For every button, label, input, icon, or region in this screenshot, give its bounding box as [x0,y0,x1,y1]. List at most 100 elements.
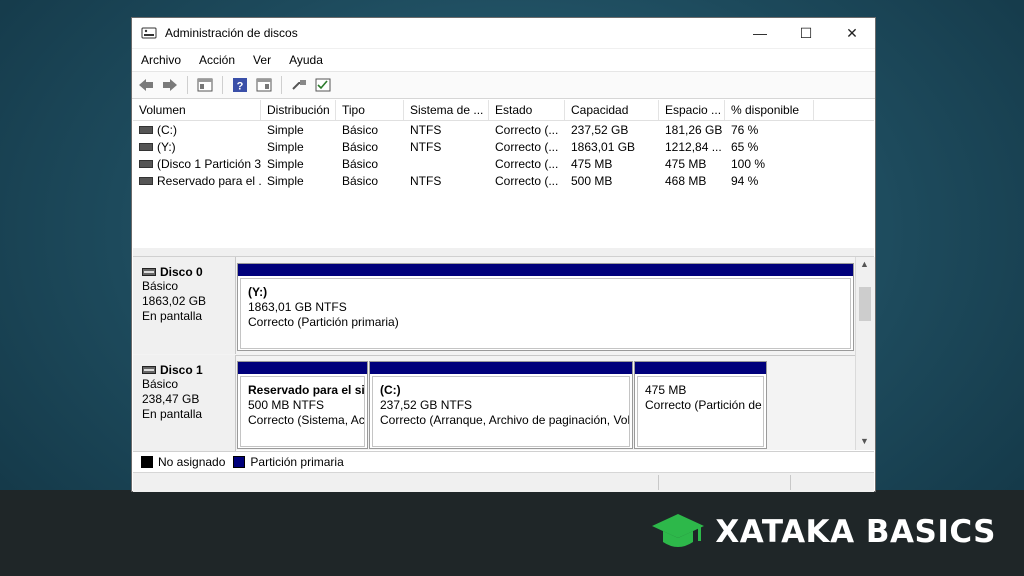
menu-archivo[interactable]: Archivo [132,53,190,67]
scroll-down-icon[interactable]: ▼ [860,436,869,446]
table-row[interactable]: (Disco 1 Partición 3) Simple Básico Corr… [133,155,874,172]
menu-ver[interactable]: Ver [244,53,280,67]
toolbar-separator [281,76,282,94]
table-row[interactable]: Reservado para el ... Simple Básico NTFS… [133,172,874,189]
partition-type-bar [238,362,367,374]
scroll-up-icon[interactable]: ▲ [860,259,869,269]
table-cell: Básico [342,122,379,137]
table-cell: Básico [342,173,379,188]
menu-accion[interactable]: Acción [190,53,244,67]
column-header[interactable]: Espacio ... [659,100,725,120]
partition-title: Reservado para el sist [248,383,364,397]
minimize-button[interactable]: — [737,18,783,48]
close-button[interactable]: ✕ [829,18,875,48]
partition-y[interactable]: (Y:) 1863,01 GB NTFS Correcto (Partición… [237,263,854,351]
volume-table: Volumen Distribución Tipo Sistema de ...… [133,100,874,249]
disk-graph-pane: Disco 0 Básico 1863,02 GB En pantalla (Y… [133,257,875,454]
disk-management-window: Administración de discos — ☐ ✕ Archivo A… [131,17,876,492]
column-header[interactable]: Estado [489,100,565,120]
legend-swatch-primary [233,456,246,468]
title-bar: Administración de discos — ☐ ✕ [132,18,875,48]
table-cell: Correcto (... [495,156,559,171]
column-header[interactable]: % disponible [725,100,814,120]
partition-info: (C:) 237,52 GB NTFS Correcto (Arranque, … [373,377,629,428]
vertical-scrollbar[interactable]: ▲ ▼ [855,257,875,450]
column-header[interactable]: Volumen [133,100,261,120]
view-icon[interactable] [254,76,274,94]
disk-1-type: Básico [142,377,179,391]
table-cell: Básico [342,156,379,171]
volume-name: Reservado para el ... [157,173,261,188]
table-cell: 65 % [731,139,759,154]
volume-name: (Disco 1 Partición 3) [157,156,261,171]
status-bar [133,472,874,492]
disk-0-size: 1863,02 GB [142,294,207,308]
table-row[interactable]: (Y:) Simple Básico NTFS Correcto (... 18… [133,138,874,155]
disk-1-label[interactable]: Disco 1 Básico 238,47 GB En pantalla [133,355,236,452]
status-divider [658,475,659,490]
volume-name: (C:) [157,122,177,137]
volume-cell: (Disco 1 Partición 3) [133,157,261,171]
table-cell: 181,26 GB [665,122,723,137]
legend-unallocated: No asignado [158,455,226,469]
svg-text:?: ? [237,81,244,93]
partition-c[interactable]: (C:) 237,52 GB NTFS Correcto (Arranque, … [369,361,633,449]
connect-icon[interactable] [289,76,309,94]
table-cell: 76 % [731,122,759,137]
table-cell: NTFS [410,139,442,154]
partition-type-bar [635,362,766,374]
partition-size: 475 MB [645,383,687,397]
table-cell: Simple [267,156,304,171]
legend: No asignado Partición primaria [133,451,874,472]
table-cell: 100 % [731,156,766,171]
table-cell: 500 MB [571,173,613,188]
partition-size: 1863,01 GB NTFS [248,300,347,314]
drive-icon [139,126,153,135]
partition-status: Correcto (Partición de [645,398,762,412]
volume-cell: Reservado para el ... [133,174,261,188]
properties-icon[interactable] [195,76,215,94]
table-cell: Básico [342,139,379,154]
help-icon[interactable]: ? [230,76,250,94]
partition-inner: (Y:) 1863,01 GB NTFS Correcto (Partición… [240,278,851,349]
partition-info: 475 MB Correcto (Partición de [638,377,763,413]
partition-size: 500 MB NTFS [248,398,325,412]
forward-icon[interactable] [160,76,180,94]
partition-status: Correcto (Partición primaria) [248,315,399,329]
menu-bar: Archivo Acción Ver Ayuda [132,48,875,71]
disk-1-size: 238,47 GB [142,392,200,406]
disk-0-label[interactable]: Disco 0 Básico 1863,02 GB En pantalla [133,257,236,354]
maximize-button[interactable]: ☐ [783,18,829,48]
table-row[interactable]: (C:) Simple Básico NTFS Correcto (... 23… [133,121,874,138]
hard-disk-icon [142,268,156,276]
table-cell: Correcto (... [495,122,559,137]
disk-row-1: Disco 1 Básico 238,47 GB En pantalla Res… [133,355,855,454]
disk-row-0: Disco 0 Básico 1863,02 GB En pantalla (Y… [133,257,855,356]
table-cell: 94 % [731,173,759,188]
disk-1-name: Disco 1 [160,363,203,377]
table-cell: NTFS [410,122,442,137]
check-icon[interactable] [313,76,333,94]
scroll-thumb[interactable] [859,287,871,321]
column-header[interactable]: Distribución [261,100,336,120]
partition-type-bar [370,362,632,374]
disk-1-name-line: Disco 1 [142,363,235,377]
pane-splitter[interactable] [133,248,874,257]
graduation-cap-icon [652,514,705,547]
column-header[interactable]: Capacidad [565,100,659,120]
table-cell: 475 MB [571,156,613,171]
column-header[interactable]: Tipo [336,100,404,120]
column-header[interactable]: Sistema de ... [404,100,489,120]
legend-swatch-unallocated [141,456,153,468]
status-divider [790,475,791,490]
hard-disk-icon [142,366,156,374]
table-cell: 475 MB [665,156,707,171]
back-icon[interactable] [136,76,156,94]
partition-title: (Y:) [248,285,268,299]
drive-icon [139,143,153,152]
table-cell: Correcto (... [495,173,559,188]
partition-3[interactable]: 475 MB Correcto (Partición de [634,361,767,449]
table-cell: Simple [267,173,304,188]
menu-ayuda[interactable]: Ayuda [280,53,332,67]
partition-reserved[interactable]: Reservado para el sist 500 MB NTFS Corre… [237,361,368,449]
